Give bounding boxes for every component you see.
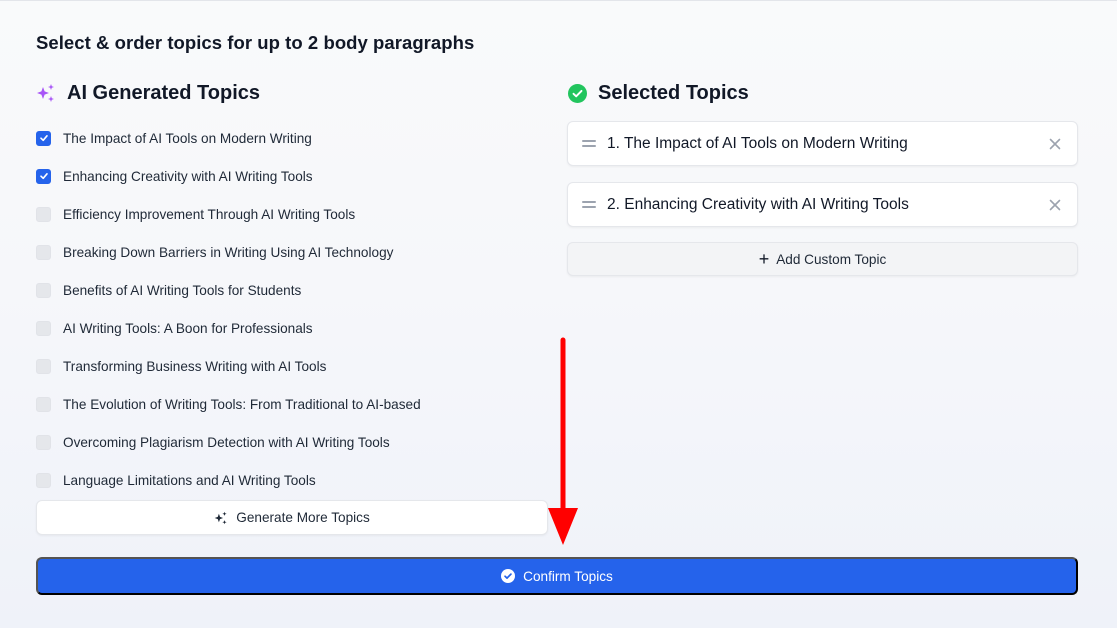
annotation-arrow-icon bbox=[548, 337, 578, 545]
topic-checkbox[interactable] bbox=[36, 282, 51, 298]
sparkles-icon bbox=[214, 511, 228, 525]
topic-item[interactable]: Language Limitations and AI Writing Tool… bbox=[36, 461, 548, 499]
generate-more-label: Generate More Topics bbox=[236, 510, 370, 525]
topic-item[interactable]: Enhancing Creativity with AI Writing Too… bbox=[36, 157, 548, 195]
topic-checkbox[interactable] bbox=[36, 434, 51, 450]
topic-item[interactable]: The Impact of AI Tools on Modern Writing bbox=[36, 119, 548, 157]
selected-topic-label: 1. The Impact of AI Tools on Modern Writ… bbox=[607, 134, 908, 152]
topic-item[interactable]: Transforming Business Writing with AI To… bbox=[36, 347, 548, 385]
topic-checkbox[interactable] bbox=[36, 130, 51, 146]
topic-label: The Evolution of Writing Tools: From Tra… bbox=[63, 396, 421, 412]
topic-checkbox[interactable] bbox=[36, 396, 51, 412]
topic-label: Overcoming Plagiarism Detection with AI … bbox=[63, 434, 390, 450]
selected-topic-label: 2. Enhancing Creativity with AI Writing … bbox=[607, 195, 909, 213]
selected-topic-list: 1. The Impact of AI Tools on Modern Writ… bbox=[567, 121, 1078, 227]
topic-label: AI Writing Tools: A Boon for Professiona… bbox=[63, 320, 313, 336]
ai-topic-list: The Impact of AI Tools on Modern Writing… bbox=[36, 119, 548, 499]
topic-checkbox[interactable] bbox=[36, 472, 51, 488]
selected-topic-item[interactable]: 1. The Impact of AI Tools on Modern Writ… bbox=[567, 121, 1078, 166]
add-custom-topic-button[interactable]: + Add Custom Topic bbox=[567, 242, 1078, 276]
generate-more-topics-button[interactable]: Generate More Topics bbox=[36, 500, 548, 535]
ai-topics-heading: AI Generated Topics bbox=[67, 81, 261, 104]
page-title: Select & order topics for up to 2 body p… bbox=[36, 32, 475, 53]
topic-item[interactable]: AI Writing Tools: A Boon for Professiona… bbox=[36, 309, 548, 347]
check-circle-icon bbox=[501, 569, 516, 583]
topic-item[interactable]: Overcoming Plagiarism Detection with AI … bbox=[36, 423, 548, 461]
topic-item[interactable]: Efficiency Improvement Through AI Writin… bbox=[36, 195, 548, 233]
topic-label: The Impact of AI Tools on Modern Writing bbox=[63, 130, 312, 146]
topic-item[interactable]: The Evolution of Writing Tools: From Tra… bbox=[36, 385, 548, 423]
drag-handle-icon[interactable] bbox=[582, 201, 596, 208]
topic-label: Benefits of AI Writing Tools for Student… bbox=[63, 282, 302, 298]
topic-label: Transforming Business Writing with AI To… bbox=[63, 358, 327, 374]
add-custom-topic-label: Add Custom Topic bbox=[776, 251, 887, 267]
topic-item[interactable]: Breaking Down Barriers in Writing Using … bbox=[36, 233, 548, 271]
close-icon[interactable] bbox=[1047, 136, 1063, 152]
ai-topics-header: AI Generated Topics bbox=[36, 79, 548, 107]
confirm-topics-label: Confirm Topics bbox=[523, 568, 613, 584]
selected-topics-panel: Selected Topics 1. The Impact of AI Tool… bbox=[567, 79, 1078, 276]
topic-checkbox[interactable] bbox=[36, 358, 51, 374]
topic-checkbox[interactable] bbox=[36, 320, 51, 336]
topic-checkbox[interactable] bbox=[36, 244, 51, 260]
topic-item[interactable]: Benefits of AI Writing Tools for Student… bbox=[36, 271, 548, 309]
selected-topic-item[interactable]: 2. Enhancing Creativity with AI Writing … bbox=[567, 182, 1078, 227]
topic-label: Language Limitations and AI Writing Tool… bbox=[63, 472, 316, 488]
ai-generated-topics-panel: AI Generated Topics The Impact of AI Too… bbox=[36, 79, 548, 499]
plus-icon: + bbox=[758, 249, 770, 269]
drag-handle-icon[interactable] bbox=[582, 140, 596, 147]
close-icon[interactable] bbox=[1047, 197, 1063, 213]
topic-label: Breaking Down Barriers in Writing Using … bbox=[63, 244, 394, 260]
topic-label: Enhancing Creativity with AI Writing Too… bbox=[63, 168, 313, 184]
topic-checkbox[interactable] bbox=[36, 206, 51, 222]
confirm-topics-button[interactable]: Confirm Topics bbox=[36, 557, 1078, 595]
topic-label: Efficiency Improvement Through AI Writin… bbox=[63, 206, 356, 222]
selected-topics-header: Selected Topics bbox=[567, 79, 1078, 107]
selected-topics-heading: Selected Topics bbox=[598, 81, 749, 104]
check-circle-icon bbox=[567, 83, 587, 103]
sparkles-icon bbox=[36, 83, 56, 103]
topic-checkbox[interactable] bbox=[36, 168, 51, 184]
